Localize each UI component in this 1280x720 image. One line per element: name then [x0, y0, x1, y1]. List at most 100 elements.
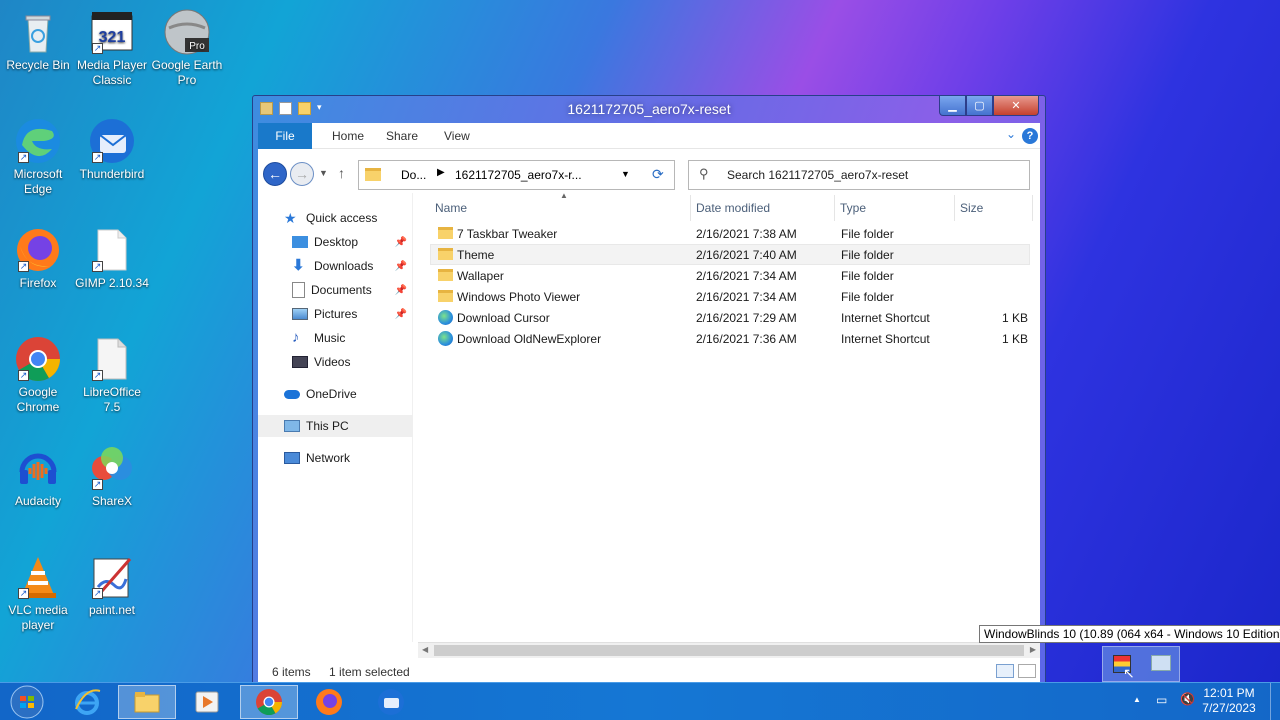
column-header-date[interactable]: Date modified — [696, 201, 770, 215]
scroll-thumb[interactable] — [434, 645, 1024, 656]
expand-ribbon-icon[interactable]: ⌄ — [1006, 127, 1016, 141]
column-header-type[interactable]: Type — [840, 201, 866, 215]
recent-locations-icon[interactable]: ▼ — [319, 168, 328, 178]
sharex-icon: ↗ — [88, 444, 136, 492]
nav-desktop[interactable]: Desktop 📌 — [258, 231, 413, 253]
nav-onedrive[interactable]: OneDrive — [258, 383, 413, 405]
download-arrow-icon: ⬇ — [292, 257, 305, 274]
tray-overflow-panel: ↖ — [1102, 646, 1180, 682]
search-input[interactable]: Search 1621172705_aero7x-reset — [727, 168, 908, 182]
nav-documents[interactable]: Documents 📌 — [258, 279, 413, 301]
back-button[interactable]: ← — [263, 162, 287, 186]
desktop-icon-libreoffice[interactable]: ↗ LibreOffice 7.5 — [74, 335, 150, 415]
desktop-icon-sharex[interactable]: ↗ ShareX — [74, 444, 150, 509]
chrome-icon: ↗ — [14, 335, 62, 383]
taskbar-firefox[interactable] — [300, 685, 358, 719]
help-icon[interactable]: ? — [1022, 128, 1038, 144]
desktop-icon-firefox[interactable]: ↗ Firefox — [0, 226, 76, 291]
maximize-button[interactable]: ▢ — [966, 96, 993, 116]
file-row[interactable]: Download OldNewExplorer 2/16/2021 7:36 A… — [430, 328, 1030, 349]
show-desktop-button[interactable] — [1270, 683, 1280, 720]
file-row[interactable]: Wallaper 2/16/2021 7:34 AM File folder — [430, 265, 1030, 286]
taskbar-google-chrome[interactable] — [240, 685, 298, 719]
desktop-icon-label: Firefox — [19, 276, 57, 290]
firefox-icon — [316, 689, 342, 715]
network-tray-icon[interactable]: ▭ — [1156, 693, 1167, 707]
taskbar-internet-explorer[interactable] — [58, 685, 116, 719]
file-list: ▲ Name Date modified Type Size 7 Taskbar… — [418, 191, 1040, 642]
breadcrumb-current-folder[interactable]: 1621172705_aero7x-r... — [455, 168, 582, 182]
taskbar-media-player[interactable] — [178, 685, 236, 719]
desktop-icon-google-earth-pro[interactable]: Pro Google Earth Pro — [149, 8, 225, 88]
shortcut-arrow-icon: ↗ — [92, 152, 103, 163]
close-button[interactable]: ✕ — [993, 96, 1039, 116]
clock[interactable]: 12:01 PM 7/27/2023 — [1200, 686, 1258, 716]
column-separator[interactable] — [834, 195, 835, 221]
file-row-selected[interactable]: Theme 2/16/2021 7:40 AM File folder — [430, 244, 1030, 265]
shortcut-arrow-icon: ↗ — [18, 588, 29, 599]
desktop-icon-media-player-classic[interactable]: 321 ↗ Media Player Classic — [74, 8, 150, 88]
taskbar-thunderbird[interactable] — [362, 685, 420, 719]
column-header-size[interactable]: Size — [960, 201, 983, 215]
tab-home[interactable]: Home — [332, 129, 364, 143]
column-header-name[interactable]: Name — [435, 201, 467, 215]
minimize-button[interactable]: ▁ — [939, 96, 966, 116]
nav-quick-access[interactable]: ★ Quick access — [258, 207, 413, 229]
up-arrow-icon[interactable]: ↑ — [338, 165, 345, 181]
desktop-icon-gimp[interactable]: ↗ GIMP 2.10.34 — [74, 226, 150, 291]
desktop-icon-audacity[interactable]: Audacity — [0, 444, 76, 509]
chrome-icon — [256, 689, 283, 716]
desktop-icon-recycle-bin[interactable]: Recycle Bin — [0, 8, 76, 73]
file-row[interactable]: Download Cursor 2/16/2021 7:29 AM Intern… — [430, 307, 1030, 328]
column-separator[interactable] — [1032, 195, 1033, 221]
libreoffice-icon: ↗ — [88, 335, 136, 383]
nav-music[interactable]: ♪ Music — [258, 327, 413, 349]
desktop-icon-paint-net[interactable]: ↗ paint.net — [74, 553, 150, 618]
desktop-icon-google-chrome[interactable]: ↗ Google Chrome — [0, 335, 76, 415]
file-row[interactable]: Windows Photo Viewer 2/16/2021 7:34 AM F… — [430, 286, 1030, 307]
search-icon: ⚲ — [699, 166, 709, 181]
nav-videos[interactable]: Videos — [258, 351, 413, 373]
volume-muted-icon[interactable]: 🔇 — [1180, 692, 1195, 706]
folder-icon — [438, 227, 453, 239]
search-box[interactable]: ⚲ Search 1621172705_aero7x-reset — [688, 160, 1030, 190]
large-icons-view-icon[interactable] — [1018, 664, 1036, 678]
scroll-left-icon[interactable]: ◀ — [422, 645, 428, 654]
refresh-icon[interactable]: ⟳ — [652, 166, 664, 183]
column-separator[interactable] — [690, 195, 691, 221]
details-view-icon[interactable] — [996, 664, 1014, 678]
folder-icon — [365, 168, 381, 181]
tab-view[interactable]: View — [444, 129, 470, 143]
tab-share[interactable]: Share — [386, 129, 418, 143]
address-bar[interactable]: Do... ▶ 1621172705_aero7x-r... ▼ ⟳ — [358, 160, 675, 190]
desktop-icon-label: ShareX — [91, 494, 133, 508]
folder-icon — [438, 248, 453, 260]
horizontal-scrollbar[interactable]: ◀ ▶ — [418, 642, 1040, 658]
start-button[interactable] — [0, 685, 54, 719]
show-hidden-icons-button[interactable]: ▲ — [1133, 695, 1141, 704]
pin-icon: 📌 — [394, 284, 407, 296]
file-row[interactable]: 7 Taskbar Tweaker 2/16/2021 7:38 AM File… — [430, 223, 1030, 244]
nav-downloads[interactable]: ⬇ Downloads 📌 — [258, 255, 413, 277]
address-dropdown-icon[interactable]: ▼ — [621, 169, 630, 179]
nav-network[interactable]: Network — [258, 447, 413, 469]
nav-this-pc[interactable]: This PC — [258, 415, 413, 437]
svg-text:Pro: Pro — [189, 41, 205, 52]
tab-file[interactable]: File — [258, 123, 312, 149]
scroll-right-icon[interactable]: ▶ — [1030, 645, 1036, 654]
desktop-icon-thunderbird[interactable]: ↗ Thunderbird — [74, 117, 150, 182]
internet-explorer-icon — [75, 689, 101, 715]
forward-button[interactable]: → — [290, 162, 314, 186]
display-icon[interactable] — [1151, 655, 1171, 671]
nav-pictures[interactable]: Pictures 📌 — [258, 303, 413, 325]
desktop-icon-label: paint.net — [88, 603, 136, 617]
desktop-icon-microsoft-edge[interactable]: ↗ Microsoft Edge — [0, 117, 76, 197]
documents-icon — [292, 282, 305, 298]
column-separator[interactable] — [954, 195, 955, 221]
item-count: 6 items — [272, 665, 311, 679]
breadcrumb-separator-icon[interactable]: ▶ — [437, 167, 445, 178]
taskbar-file-explorer[interactable] — [118, 685, 176, 719]
file-explorer-window: ▾ 1621172705_aero7x-reset ▁ ▢ ✕ File Hom… — [252, 95, 1046, 685]
desktop-icon-vlc[interactable]: ↗ VLC media player — [0, 553, 76, 633]
breadcrumb-documents[interactable]: Do... — [401, 168, 426, 182]
